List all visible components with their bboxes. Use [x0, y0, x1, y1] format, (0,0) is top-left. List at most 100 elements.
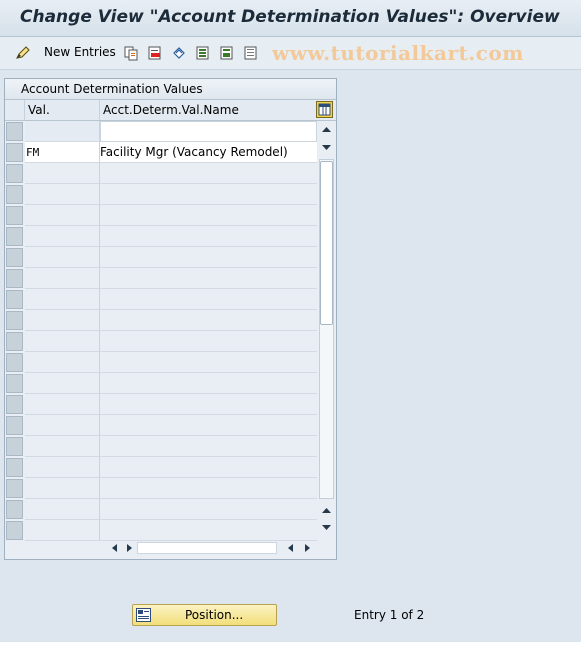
table-row: [5, 499, 317, 520]
cell-name: [100, 226, 317, 247]
row-selector[interactable]: [6, 437, 23, 456]
undo-change-button[interactable]: [170, 43, 188, 63]
cell-val: [25, 184, 100, 205]
table-settings-icon[interactable]: [316, 101, 333, 118]
table-row: [5, 121, 317, 142]
row-selector[interactable]: [6, 311, 23, 330]
cell-name: [100, 436, 317, 457]
copy-as-button[interactable]: [122, 43, 140, 63]
row-selector[interactable]: [6, 248, 23, 267]
table-control: Account Determination Values Val. Acct.D…: [4, 78, 337, 560]
select-block-icon: [220, 46, 233, 60]
select-block-button[interactable]: [218, 43, 236, 63]
select-all-icon: [196, 46, 209, 60]
table-row: [5, 289, 317, 310]
row-selector[interactable]: [6, 374, 23, 393]
row-selector[interactable]: [6, 479, 23, 498]
table-row: [5, 268, 317, 289]
cell-val: [25, 247, 100, 268]
table-row: [5, 331, 317, 352]
row-selector[interactable]: [6, 332, 23, 351]
page-title: Change View "Account Determination Value…: [20, 7, 560, 27]
cell-name[interactable]: Facility Mgr (Vacancy Remodel): [100, 142, 317, 163]
scroll-left-icon[interactable]: [285, 542, 297, 554]
cell-name: [100, 163, 317, 184]
table-row: [5, 478, 317, 499]
row-selector[interactable]: [6, 353, 23, 372]
row-selector[interactable]: [6, 416, 23, 435]
table-row: [5, 184, 317, 205]
cell-val: [25, 457, 100, 478]
cell-val: [25, 289, 100, 310]
table-row: [5, 163, 317, 184]
row-selector[interactable]: [6, 227, 23, 246]
row-selector[interactable]: [6, 143, 23, 162]
row-selector[interactable]: [6, 185, 23, 204]
deselect-all-button[interactable]: [242, 43, 260, 63]
delete-button[interactable]: [146, 43, 164, 63]
copy-icon: [124, 46, 138, 61]
cell-val: [25, 415, 100, 436]
page-up-icon[interactable]: [321, 506, 332, 514]
row-selector[interactable]: [6, 290, 23, 309]
column-header-name[interactable]: Acct.Determ.Val.Name: [101, 100, 315, 120]
position-button-label: Position...: [185, 608, 244, 622]
row-selector[interactable]: [6, 500, 23, 519]
row-selector[interactable]: [6, 206, 23, 225]
row-selector[interactable]: [6, 521, 23, 540]
select-all-rows-cell[interactable]: [5, 100, 25, 120]
table-title: Account Determination Values: [21, 82, 203, 96]
table-row: [5, 247, 317, 268]
scroll-up-icon[interactable]: [321, 125, 332, 133]
cell-val: [25, 478, 100, 499]
cell-val[interactable]: FM: [25, 142, 100, 163]
column-header-val[interactable]: Val.: [25, 100, 100, 120]
deselect-all-icon: [244, 46, 257, 60]
select-all-button[interactable]: [194, 43, 212, 63]
row-selector[interactable]: [6, 269, 23, 288]
cell-name: [100, 268, 317, 289]
scroll-down-icon[interactable]: [321, 524, 332, 532]
horizontal-scroll-track[interactable]: [137, 542, 277, 554]
vertical-scrollbar[interactable]: [318, 121, 335, 539]
cell-name: [100, 289, 317, 310]
cell-val: [25, 352, 100, 373]
page-down-icon[interactable]: [321, 144, 332, 152]
cell-name: [100, 352, 317, 373]
pencil-edit-icon: [16, 46, 30, 59]
cell-val: [25, 226, 100, 247]
table-title-bar: Account Determination Values: [5, 79, 336, 100]
cell-name[interactable]: [100, 121, 317, 142]
horizontal-scrollbar[interactable]: [99, 540, 319, 556]
row-selector[interactable]: [6, 395, 23, 414]
cell-name: [100, 415, 317, 436]
scroll-right-icon[interactable]: [301, 542, 313, 554]
entry-counter: Entry 1 of 2: [354, 608, 425, 622]
new-entries-button[interactable]: [14, 43, 32, 63]
row-selector[interactable]: [6, 458, 23, 477]
cell-name: [100, 184, 317, 205]
table-row: [5, 415, 317, 436]
scroll-left-icon[interactable]: [109, 542, 121, 554]
cell-val: [25, 310, 100, 331]
scroll-right-icon[interactable]: [123, 542, 135, 554]
main-content: Account Determination Values Val. Acct.D…: [0, 70, 581, 645]
cell-name: [100, 457, 317, 478]
cell-name: [100, 394, 317, 415]
new-entries-label[interactable]: New Entries: [44, 45, 116, 59]
position-button[interactable]: Position...: [132, 604, 277, 626]
cell-val: [25, 163, 100, 184]
scroll-thumb[interactable]: [320, 161, 333, 325]
table-header: Val. Acct.Determ.Val.Name: [5, 100, 336, 121]
table-row: [5, 310, 317, 331]
application-toolbar: New Entries www.tutorialkart.com: [0, 37, 581, 70]
row-selector[interactable]: [6, 122, 23, 141]
table-row: [5, 352, 317, 373]
table-row: [5, 205, 317, 226]
cell-val: [25, 205, 100, 226]
cell-name: [100, 331, 317, 352]
row-selector[interactable]: [6, 164, 23, 183]
table-row: [5, 520, 317, 541]
cell-val: [25, 499, 100, 520]
cell-val[interactable]: [25, 121, 100, 142]
